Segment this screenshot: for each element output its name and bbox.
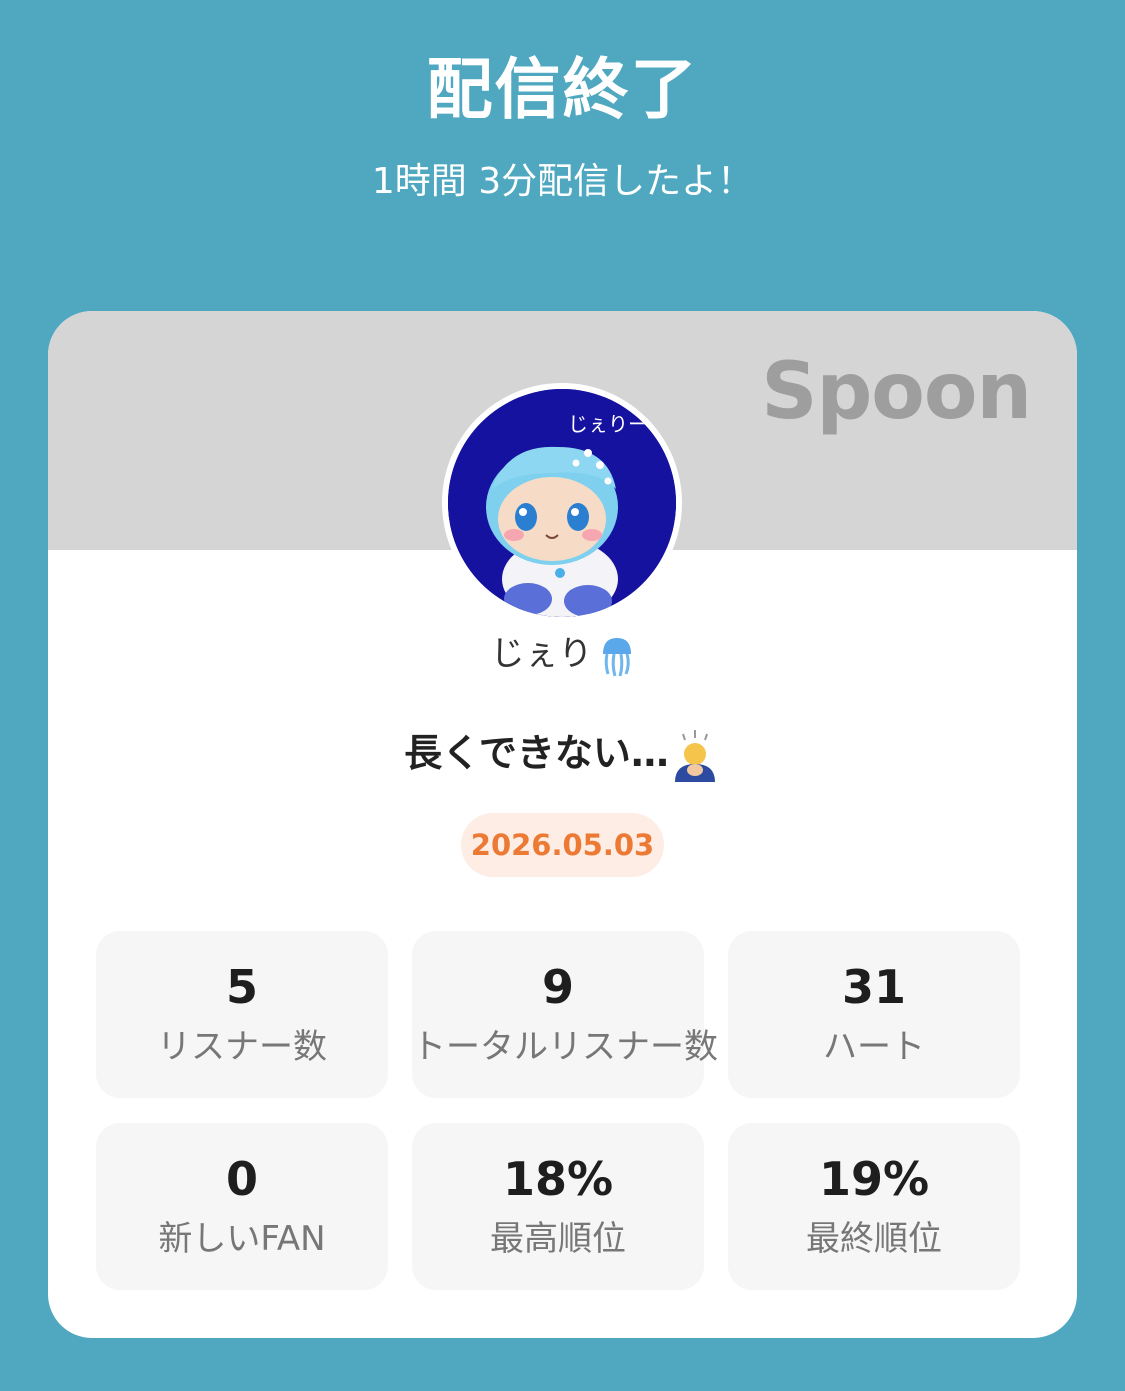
username: じぇり — [48, 629, 1077, 679]
summary-card: Spoon じぇりー じぇり 長くできない… 2026.05.03 5 リスナー… — [48, 311, 1077, 1338]
stat-new-fans: 0 新しいFAN — [96, 1123, 388, 1290]
avatar-illustration: じぇりー — [448, 389, 676, 617]
header-subtitle: 1時間 3分配信したよ！ — [371, 161, 754, 202]
date-badge: 2026.05.03 — [461, 813, 664, 877]
stat-value: 18% — [502, 1152, 614, 1206]
broadcast-title: 長くできない… — [48, 725, 1077, 784]
jellyfish-icon — [602, 637, 631, 676]
stat-value: 0 — [225, 1152, 258, 1206]
stat-value: 19% — [818, 1152, 930, 1206]
broadcast-title-text: 長くできない… — [404, 731, 669, 775]
stat-label: 最終順位 — [806, 1219, 942, 1259]
stat-label: トータルリスナー数 — [412, 1027, 718, 1067]
stat-value: 9 — [541, 960, 574, 1014]
stat-label: 新しいFAN — [158, 1219, 326, 1259]
avatar-text: じぇりー — [568, 412, 648, 436]
avatar[interactable]: じぇりー — [442, 383, 682, 623]
stat-total-listeners: 9 トータルリスナー数 — [412, 931, 718, 1098]
stat-label: ハート — [823, 1027, 925, 1067]
stat-hearts: 31 ハート — [728, 931, 1020, 1098]
stat-label: リスナー数 — [157, 1027, 327, 1067]
stat-highest-rank: 18% 最高順位 — [412, 1123, 704, 1290]
stat-final-rank: 19% 最終順位 — [728, 1123, 1020, 1290]
stat-value: 5 — [225, 960, 258, 1014]
username-text: じぇり — [490, 634, 593, 674]
header-title: 配信終了 — [426, 51, 699, 128]
stat-value: 31 — [841, 960, 906, 1014]
avatar-image: じぇりー — [448, 389, 676, 617]
bowing-person-icon — [674, 729, 715, 782]
stat-listeners: 5 リスナー数 — [96, 931, 388, 1098]
brand-logo: Spoon — [761, 347, 1032, 437]
stat-label: 最高順位 — [490, 1219, 626, 1259]
